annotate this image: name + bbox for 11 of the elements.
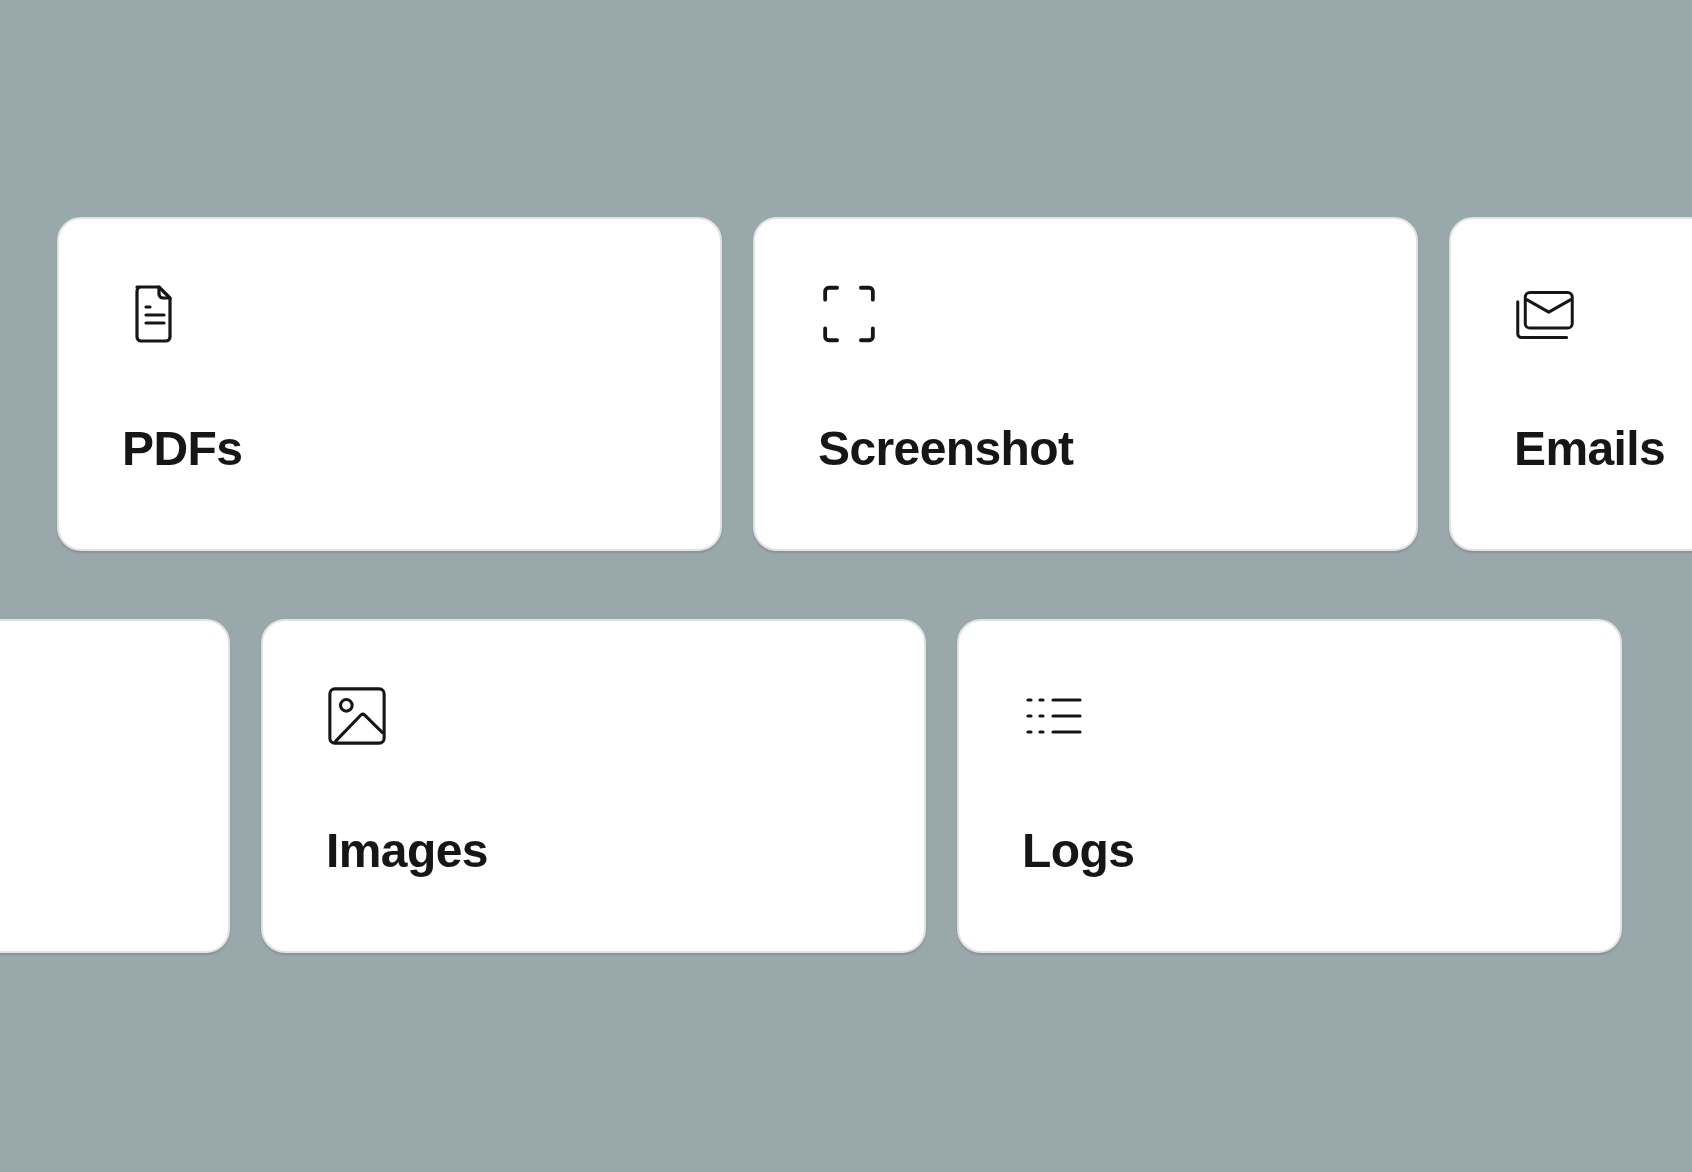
category-card[interactable]: Images (261, 619, 926, 953)
category-card[interactable]: Emails (1449, 217, 1692, 551)
category-card[interactable]: PDFs (57, 217, 722, 551)
image-icon (326, 685, 388, 747)
card-label: Logs (1022, 827, 1135, 875)
category-card[interactable]: Logs (957, 619, 1622, 953)
card-label: Screenshot (818, 425, 1074, 473)
card-label: PDFs (122, 425, 243, 473)
card-label: Images (326, 827, 488, 875)
card-label: Emails (1514, 425, 1666, 473)
category-card[interactable]: Screenshot (753, 217, 1418, 551)
